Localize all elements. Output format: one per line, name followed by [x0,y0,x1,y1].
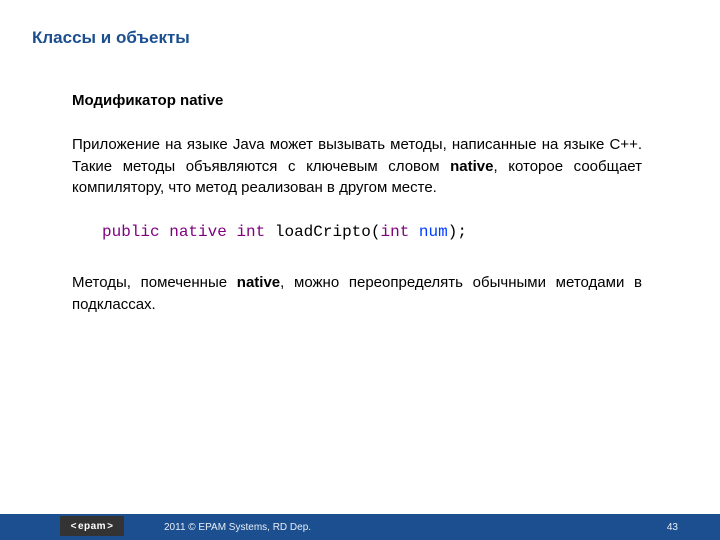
footer-bar: epam 2011 © EPAM Systems, RD Dep. 43 [0,514,720,540]
slide: Классы и объекты Модификатор native Прил… [0,0,720,540]
slide-body: Модификатор native Приложение на языке J… [72,90,642,338]
paragraph-1: Приложение на языке Java может вызывать … [72,134,642,199]
paragraph-2: Методы, помеченные native, можно переопр… [72,272,642,316]
footer-text: 2011 © EPAM Systems, RD Dep. [164,522,311,533]
subheading: Модификатор native [72,90,642,112]
page-number: 43 [667,522,678,533]
logo-epam: epam [60,516,124,536]
slide-title: Классы и объекты [32,28,190,48]
code-line: public native int loadCripto(int num); [102,221,642,244]
